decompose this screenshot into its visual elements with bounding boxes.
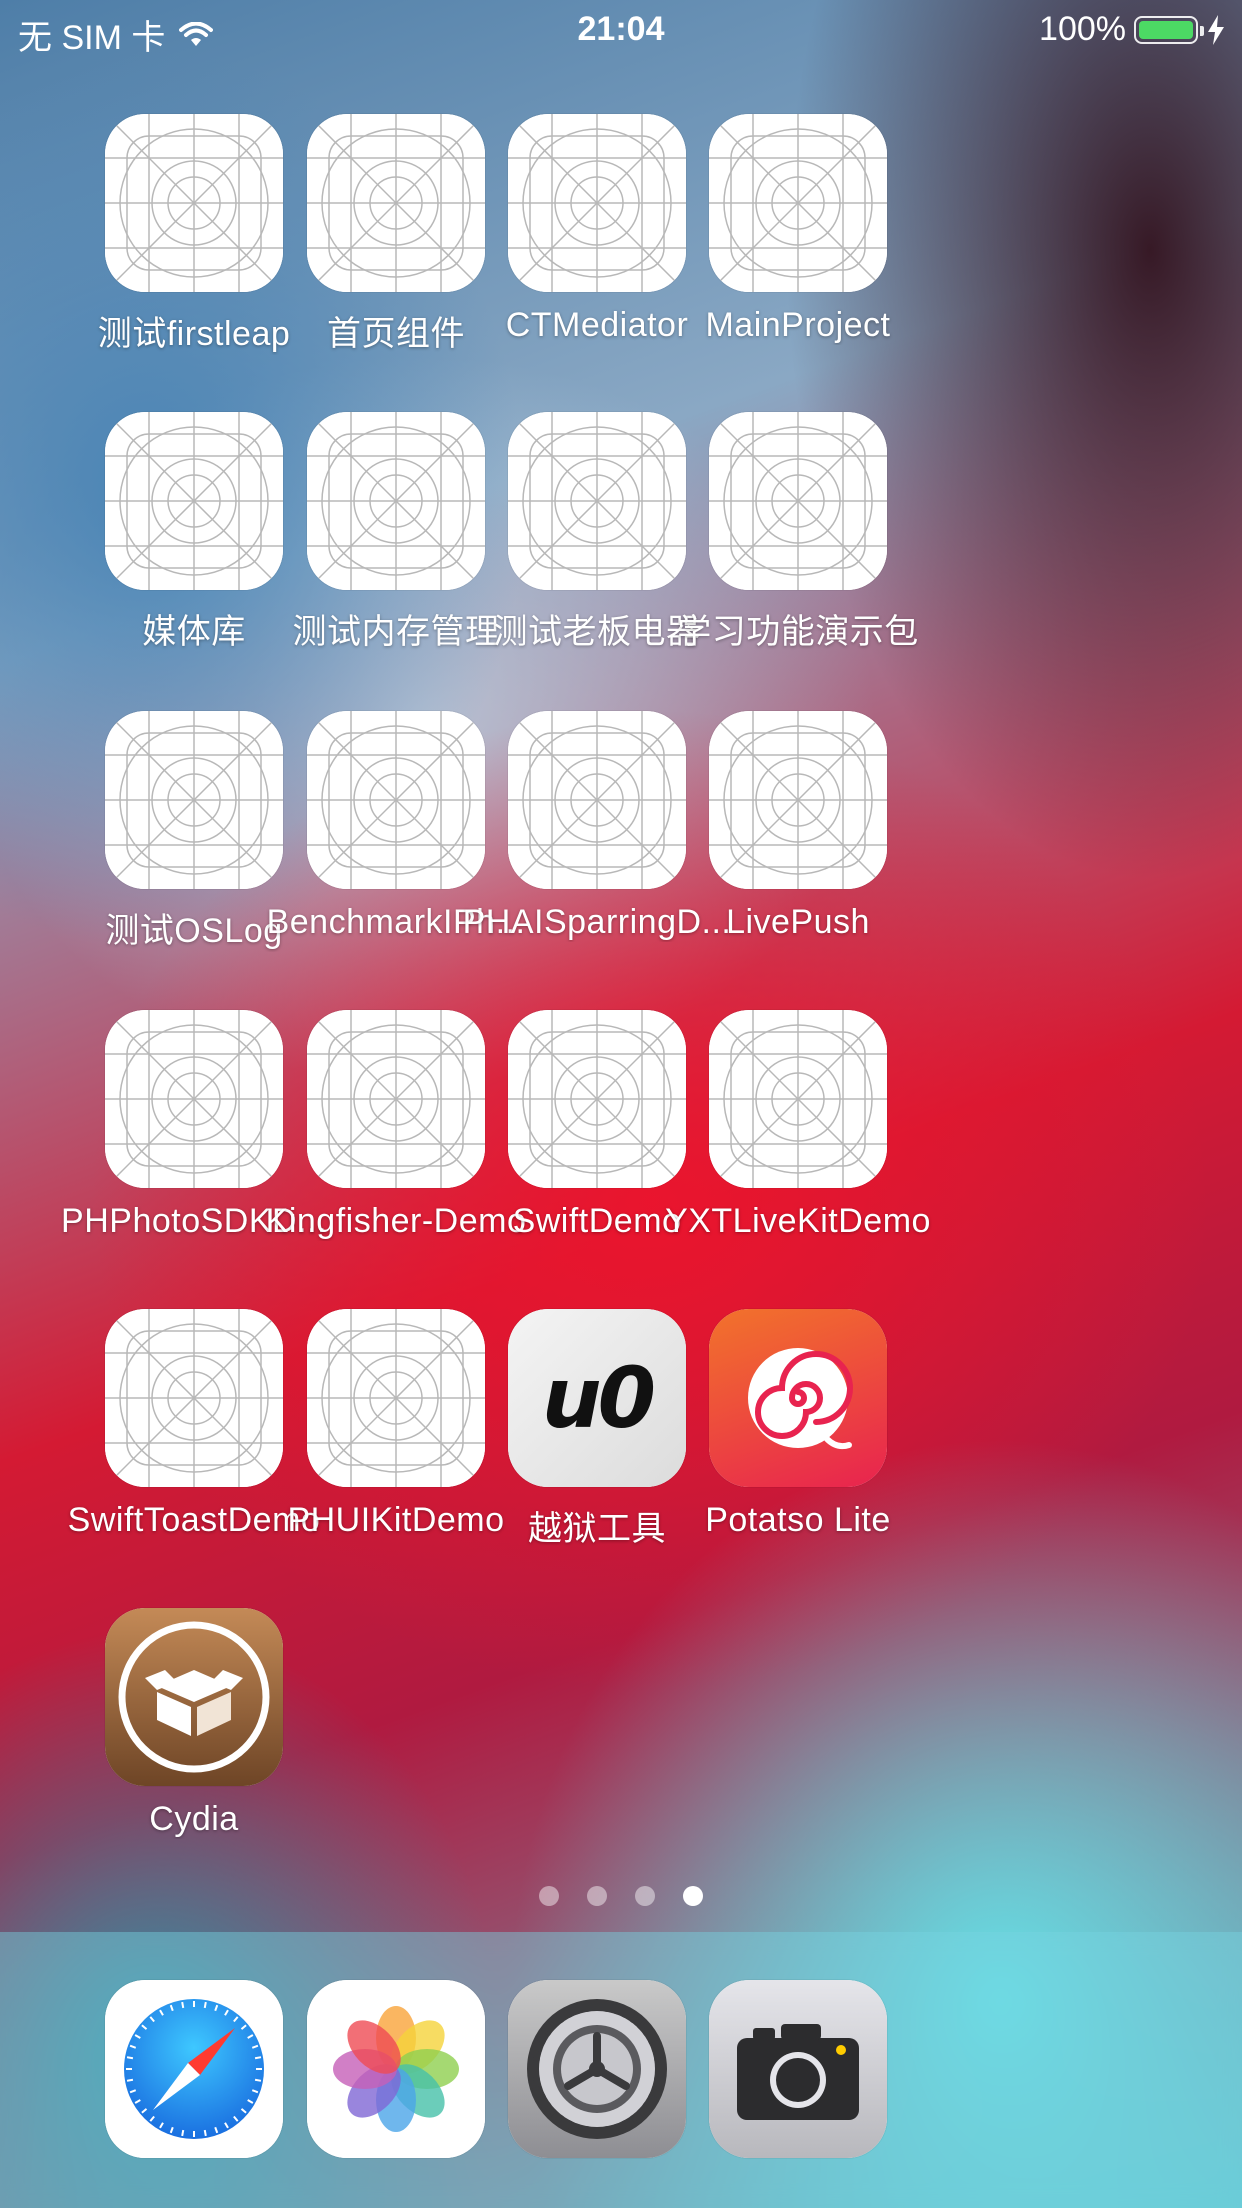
placeholder-app-icon[interactable] xyxy=(709,114,887,292)
app-potatso-lite[interactable]: Potatso Lite xyxy=(656,1309,940,1540)
placeholder-app-icon[interactable] xyxy=(709,711,887,889)
app-学习功能演示包[interactable]: 学习功能演示包 xyxy=(656,412,940,653)
app-mainproject[interactable]: MainProject xyxy=(656,114,940,345)
page-dot[interactable] xyxy=(539,1886,559,1906)
app-label: Potatso Lite xyxy=(705,1501,891,1539)
app-label: Cydia xyxy=(149,1800,239,1838)
camera-icon[interactable] xyxy=(709,1980,887,2158)
placeholder-app-icon[interactable] xyxy=(709,412,887,590)
app-yxtlivekitdemo[interactable]: YXTLiveKitDemo xyxy=(656,1010,940,1241)
app-cydia[interactable]: Cydia xyxy=(52,1608,336,1839)
page-indicator[interactable] xyxy=(0,1886,1242,1906)
app-label: YXTLiveKitDemo xyxy=(665,1202,931,1240)
placeholder-app-icon[interactable] xyxy=(709,1010,887,1188)
page-dot[interactable] xyxy=(635,1886,655,1906)
app-label: MainProject xyxy=(705,306,891,344)
page-dot-active[interactable] xyxy=(683,1886,703,1906)
cydia-box-icon[interactable] xyxy=(105,1608,283,1786)
app-grid: 测试firstleap 首页组件 CTMediator MainProject xyxy=(0,0,1242,1880)
app-livepush[interactable]: LivePush xyxy=(656,711,940,942)
dock-app-camera[interactable] xyxy=(656,1980,940,2158)
page-dot[interactable] xyxy=(587,1886,607,1906)
dock xyxy=(0,1932,1242,2208)
app-label: 学习功能演示包 xyxy=(677,613,919,651)
potatso-spiral-icon[interactable] xyxy=(709,1309,887,1487)
app-label: LivePush xyxy=(726,903,870,941)
